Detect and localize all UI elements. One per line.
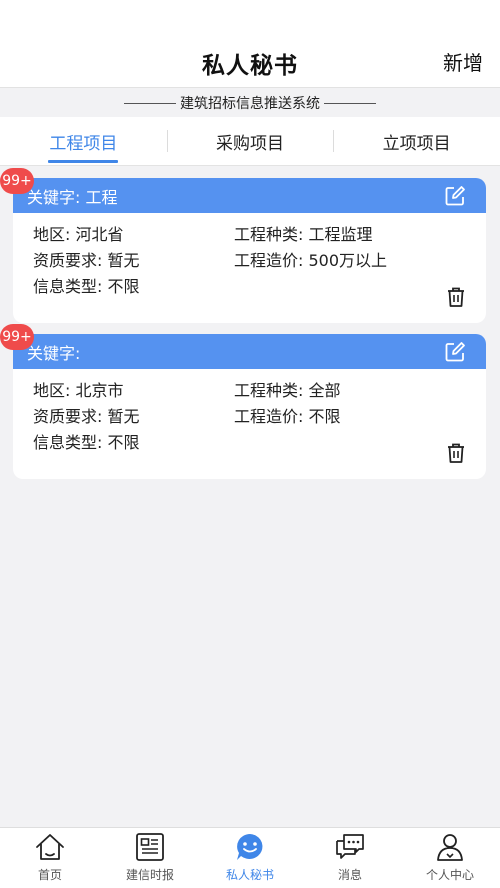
category-field: 工程种类: 工程监理	[234, 225, 373, 244]
message-icon	[336, 834, 364, 859]
category-field: 工程种类: 全部	[234, 381, 341, 400]
edit-icon[interactable]	[444, 185, 466, 207]
tabbar-item-news[interactable]: 建信时报	[100, 828, 200, 888]
newspaper-icon	[136, 833, 164, 861]
trash-icon[interactable]	[446, 442, 466, 464]
card-header: 关键字:	[13, 334, 486, 369]
tabbar-label: 建信时报	[125, 868, 174, 882]
trash-icon[interactable]	[446, 286, 466, 308]
qualification-field: 资质要求: 暂无	[33, 251, 140, 270]
add-button[interactable]: 新增	[443, 47, 483, 76]
page-title: 私人秘书	[202, 53, 298, 79]
tabbar-label: 个人中心	[425, 868, 474, 882]
bottom-tab-bar: 首页 建信时报 私人秘书 消息 个人中心	[0, 827, 500, 888]
tabbar-item-messages[interactable]: 消息	[300, 828, 400, 888]
tabbar-label: 首页	[37, 868, 62, 882]
qualification-field: 资质要求: 暂无	[33, 407, 140, 426]
system-subtitle: 建筑招标信息推送系统	[180, 96, 320, 112]
unread-count-badge: 99+	[0, 324, 34, 350]
info-type-field: 信息类型: 不限	[33, 433, 140, 452]
tabbar-label: 私人秘书	[225, 868, 274, 882]
unread-count-badge: 99+	[0, 168, 34, 194]
card-header: 关键字: 工程	[13, 178, 486, 213]
cost-field: 工程造价: 500万以上	[234, 251, 388, 270]
tab-approval-projects[interactable]: 立项项目	[333, 117, 500, 165]
tabbar-item-home[interactable]: 首页	[0, 828, 100, 888]
subscription-card[interactable]: 99+ 关键字: 工程 地区: 河北省 工程种类: 工程监理 资质要求: 暂无 工程…	[0, 168, 486, 323]
home-icon	[36, 834, 64, 860]
region-field: 地区: 北京市	[33, 381, 124, 400]
nav-bar: 私人秘书 新增	[0, 0, 500, 88]
tab-procurement-projects[interactable]: 采购项目	[166, 117, 334, 165]
tabbar-item-profile[interactable]: 个人中心	[400, 828, 500, 888]
info-type-field: 信息类型: 不限	[33, 277, 140, 296]
tabbar-label: 消息	[337, 868, 362, 882]
divider-line-left	[124, 102, 176, 104]
card-keyword: 关键字:	[27, 343, 81, 363]
tab-engineering-projects[interactable]: 工程项目	[0, 117, 167, 165]
tabbar-item-secretary[interactable]: 私人秘书	[200, 828, 300, 888]
divider-line-right	[324, 102, 376, 104]
region-field: 地区: 河北省	[33, 225, 124, 244]
user-icon	[437, 834, 463, 861]
cost-field: 工程造价: 不限	[234, 407, 341, 426]
smiley-chat-icon	[237, 834, 263, 860]
subscription-card[interactable]: 99+ 关键字: 地区: 北京市 工程种类: 全部 资质要求: 暂无 工程造价: 不…	[0, 324, 486, 479]
card-keyword: 关键字: 工程	[27, 187, 118, 207]
system-subtitle-bar: 建筑招标信息推送系统	[0, 89, 500, 117]
edit-icon[interactable]	[444, 341, 466, 363]
project-tabs: 工程项目 采购项目 立项项目	[0, 117, 500, 166]
